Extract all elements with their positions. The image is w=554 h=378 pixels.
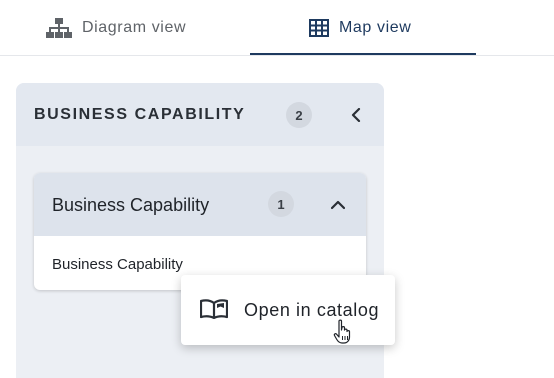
capability-group-card: Business Capability 1 Business Capabilit… [34, 173, 366, 290]
tab-diagram-view-label: Diagram view [82, 19, 187, 36]
panel-title: BUSINESS CAPABILITY [34, 106, 246, 123]
panel-header: BUSINESS CAPABILITY 2 [16, 83, 384, 146]
hierarchy-icon [46, 18, 72, 38]
collapse-panel-button[interactable] [346, 105, 366, 125]
context-menu: Open in catalog [181, 275, 395, 345]
tab-map-view[interactable]: Map view [309, 0, 411, 56]
chevron-up-icon [331, 200, 345, 210]
open-book-icon [200, 299, 228, 319]
tab-diagram-view[interactable]: Diagram view [46, 0, 186, 56]
panel-count-badge: 2 [286, 102, 312, 128]
view-tab-bar: Diagram view Map view [0, 0, 554, 56]
tab-map-view-label: Map view [339, 19, 412, 36]
capability-group-count-badge: 1 [268, 191, 294, 217]
chevron-left-icon [351, 108, 361, 122]
grid-icon [309, 19, 329, 37]
open-in-catalog-label: Open in catalog [244, 300, 380, 320]
open-in-catalog-menu-item[interactable]: Open in catalog [181, 275, 395, 345]
list-item[interactable]: Business Capability [52, 256, 183, 273]
collapse-group-button[interactable] [328, 195, 348, 215]
capability-group-title: Business Capability [52, 195, 210, 215]
capability-group-header[interactable]: Business Capability 1 [34, 173, 366, 236]
active-tab-indicator [250, 53, 476, 55]
hand-pointer-cursor-icon [333, 319, 351, 344]
